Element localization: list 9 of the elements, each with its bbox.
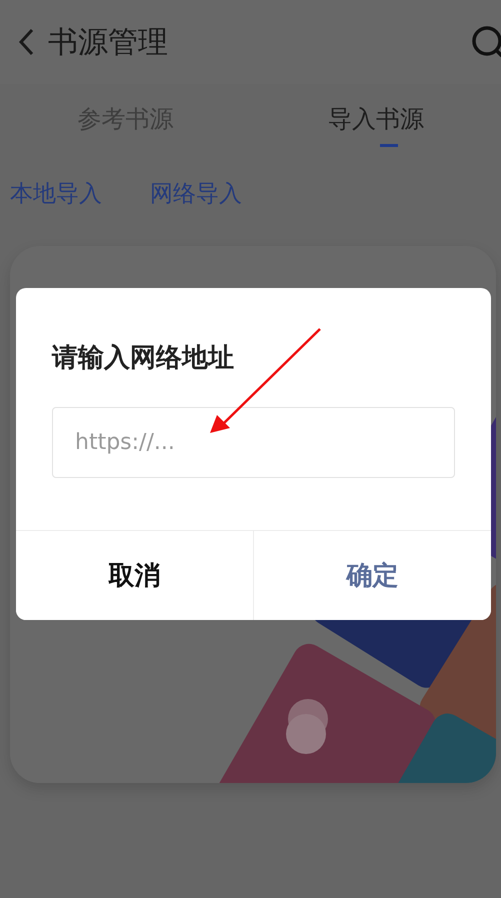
confirm-button[interactable]: 确定 [253,531,491,620]
import-link[interactable]: 网络导入 [150,178,242,208]
back-icon[interactable] [18,28,34,56]
search-icon[interactable] [470,24,501,60]
import-link[interactable]: 本地导入 [10,178,102,208]
input-field[interactable]: https://... [52,407,455,478]
page-title: 书源管理 [48,24,168,62]
tab[interactable]: 导入书源 [250,95,501,147]
dialog-title: 请输入网络地址 [50,342,235,375]
